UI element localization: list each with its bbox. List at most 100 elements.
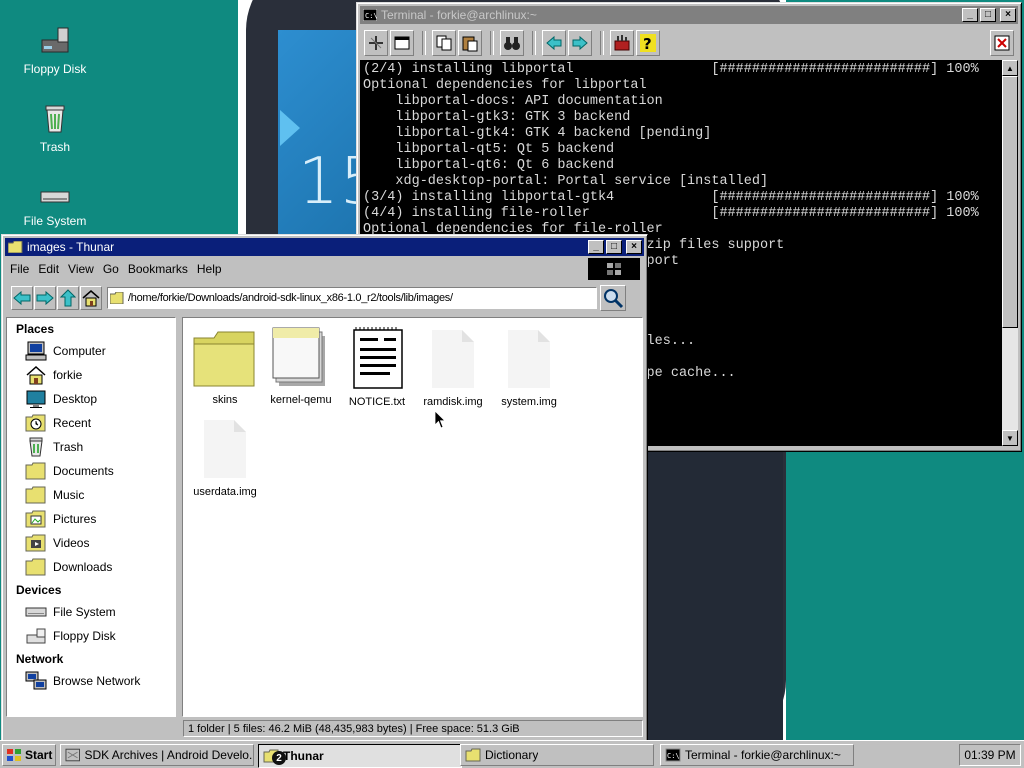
sidebar-item-desktop[interactable]: Desktop xyxy=(7,387,175,411)
sidebar-item-label: Computer xyxy=(53,344,106,358)
sidebar-item-music[interactable]: Music xyxy=(7,483,175,507)
menu-help[interactable]: Help xyxy=(197,262,222,276)
sidebar-item-browse-network[interactable]: Browse Network xyxy=(7,669,175,693)
sidebar-item-recent[interactable]: Recent xyxy=(7,411,175,435)
help-icon: ? xyxy=(640,34,656,53)
trash-icon xyxy=(45,105,65,133)
binoculars-icon xyxy=(504,37,520,50)
file-item-kernel-qemu[interactable]: kernel-qemu xyxy=(262,326,340,406)
sidebar-item-label: Videos xyxy=(53,536,90,550)
svg-text:C:\: C:\ xyxy=(667,752,680,760)
windows-logo-icon xyxy=(7,749,21,761)
terminal-toolbar-button[interactable] xyxy=(432,30,456,56)
home-icon xyxy=(26,365,46,385)
close-button[interactable]: × xyxy=(1000,8,1016,22)
thunar-titlebar[interactable]: images - Thunar _ □ × xyxy=(5,238,644,256)
maximize-button[interactable]: □ xyxy=(606,240,622,254)
file-item-system-img[interactable]: system.img xyxy=(490,328,568,408)
menu-view[interactable]: View xyxy=(68,262,94,276)
sidebar-item-computer[interactable]: Computer xyxy=(7,339,175,363)
settings-icon xyxy=(614,35,630,51)
file-icon-view[interactable]: skins kernel-qemu NOTICE.txt ramdisk.img… xyxy=(182,317,643,717)
scroll-up-button[interactable]: ▲ xyxy=(1002,60,1018,76)
sidebar-item-pictures[interactable]: Pictures xyxy=(7,507,175,531)
desktop-icon-floppy[interactable]: Floppy Disk xyxy=(10,24,100,76)
location-toolbar: /home/forkie/Downloads/android-sdk-linux… xyxy=(5,283,644,313)
sidebar-item-label: Trash xyxy=(53,440,84,454)
thunar-window[interactable]: images - Thunar _ □ × File Edit View Go … xyxy=(1,234,648,742)
up-button[interactable] xyxy=(57,286,79,310)
file-item-ramdisk-img[interactable]: ramdisk.img xyxy=(414,328,492,408)
back-button[interactable] xyxy=(11,286,33,310)
start-label: Start xyxy=(25,748,53,762)
scroll-down-button[interactable]: ▼ xyxy=(1002,430,1018,446)
sidebar-item-filesystem[interactable]: File System xyxy=(7,600,175,624)
desktop-icon-trash[interactable]: Trash xyxy=(10,100,100,154)
wallpaper-phone-body xyxy=(633,450,783,740)
terminal-scrollbar[interactable]: ▲ ▼ xyxy=(1002,60,1018,446)
terminal-title: Terminal - forkie@archlinux:~ xyxy=(381,8,537,22)
new-tab-icon xyxy=(369,36,383,50)
terminal-toolbar-button[interactable] xyxy=(542,30,566,56)
sidebar-item-floppy[interactable]: Floppy Disk xyxy=(7,624,175,648)
sidebar-item-documents[interactable]: Documents xyxy=(7,459,175,483)
menu-bookmarks[interactable]: Bookmarks xyxy=(128,262,188,276)
minimize-button[interactable]: _ xyxy=(588,240,604,254)
minimize-button[interactable]: _ xyxy=(962,8,978,22)
side-pane: Places Computer forkie Desktop Recent Tr… xyxy=(6,317,176,717)
back-arrow-icon xyxy=(13,291,31,305)
task-button-dictionary[interactable]: Dictionary xyxy=(460,744,654,766)
folder-icon xyxy=(193,331,255,387)
terminal-fullscreen-button[interactable] xyxy=(990,30,1014,56)
sidebar-item-label: Documents xyxy=(53,464,114,478)
recent-icon xyxy=(25,414,46,432)
sidebar-item-forkie[interactable]: forkie xyxy=(7,363,175,387)
menu-file[interactable]: File xyxy=(10,262,29,276)
terminal-toolbar-button[interactable] xyxy=(458,30,482,56)
task-button-terminal[interactable]: C:\ Terminal - forkie@archlinux:~ xyxy=(660,744,854,766)
close-button[interactable]: × xyxy=(626,240,642,254)
scrollbar-thumb[interactable] xyxy=(1002,76,1018,328)
copy-icon xyxy=(436,35,452,51)
terminal-toolbar-button[interactable] xyxy=(364,30,388,56)
sidebar-item-label: Music xyxy=(53,488,85,502)
forward-arrow-icon xyxy=(572,35,588,51)
sidebar-item-label: Pictures xyxy=(53,512,97,526)
play-icon xyxy=(280,110,300,146)
folder-videos-icon xyxy=(25,534,46,552)
terminal-toolbar-button[interactable] xyxy=(610,30,634,56)
file-name: userdata.img xyxy=(193,486,257,498)
home-button[interactable] xyxy=(80,286,102,310)
file-item-skins[interactable]: skins xyxy=(186,330,264,406)
task-button-sdk-archives[interactable]: SDK Archives | Android Develo... xyxy=(60,744,254,766)
sidebar-item-downloads[interactable]: Downloads xyxy=(7,555,175,579)
terminal-toolbar-button[interactable] xyxy=(568,30,592,56)
file-item-notice-txt[interactable]: NOTICE.txt xyxy=(338,326,416,408)
file-item-userdata-img[interactable]: userdata.img xyxy=(186,418,264,498)
sidebar-item-videos[interactable]: Videos xyxy=(7,531,175,555)
side-section-places: Places xyxy=(16,322,55,336)
file-name: system.img xyxy=(501,396,557,408)
clock[interactable]: 01:39 PM xyxy=(959,744,1021,766)
sidebar-item-trash[interactable]: Trash xyxy=(7,435,175,459)
start-button[interactable]: Start xyxy=(2,744,56,766)
menu-edit[interactable]: Edit xyxy=(38,262,59,276)
maximize-button[interactable]: □ xyxy=(980,8,996,22)
hard-drive-icon xyxy=(40,191,70,203)
file-name: NOTICE.txt xyxy=(348,396,406,408)
terminal-toolbar-button[interactable]: ? xyxy=(636,30,660,56)
back-arrow-icon xyxy=(546,35,562,51)
sidebar-item-label: Recent xyxy=(53,416,92,430)
windows-logo-icon xyxy=(607,263,621,275)
forward-button[interactable] xyxy=(34,286,56,310)
location-field[interactable]: /home/forkie/Downloads/android-sdk-linux… xyxy=(107,287,597,309)
desktop-icon-filesystem[interactable]: File System xyxy=(10,186,100,228)
taskbar: Start SDK Archives | Android Develo... T… xyxy=(0,740,1024,768)
task-button-thunar[interactable]: Thunar xyxy=(258,744,462,768)
terminal-titlebar[interactable]: C:\ Terminal - forkie@archlinux:~ _ □ × xyxy=(360,6,1018,24)
terminal-toolbar-button[interactable] xyxy=(500,30,524,56)
search-button[interactable] xyxy=(600,285,626,311)
terminal-toolbar-button[interactable] xyxy=(390,30,414,56)
menu-go[interactable]: Go xyxy=(103,262,119,276)
terminal-app-icon: C:\ xyxy=(363,9,377,21)
